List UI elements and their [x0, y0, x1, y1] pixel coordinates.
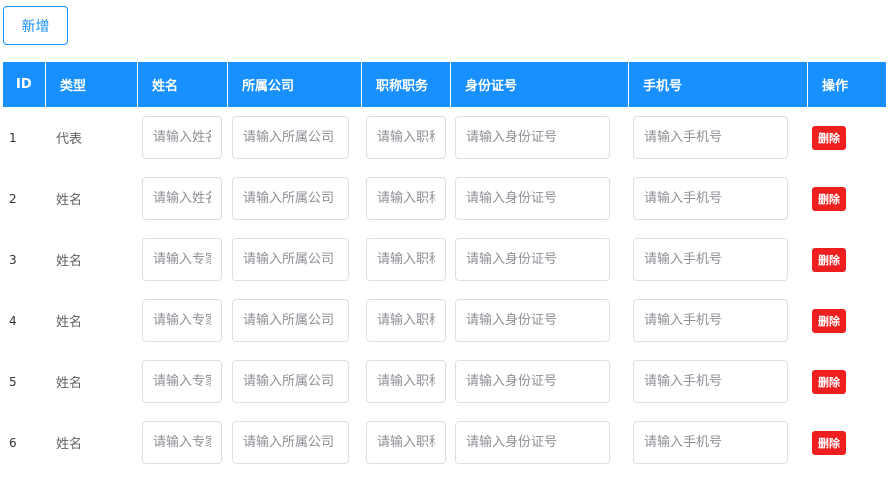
row-type: 姓名 [56, 193, 83, 208]
company-cell [228, 290, 362, 351]
delete-button[interactable]: 删除 [812, 186, 846, 211]
name-input[interactable] [142, 116, 222, 159]
header-name: 姓名 [138, 62, 228, 107]
row-type: 姓名 [56, 376, 83, 391]
row-id: 4 [9, 313, 17, 328]
title-cell [362, 290, 451, 351]
row-type: 代表 [56, 132, 83, 147]
idcard-input[interactable] [455, 299, 610, 342]
company-cell [228, 168, 362, 229]
name-input[interactable] [142, 299, 222, 342]
name-input[interactable] [142, 238, 222, 281]
delete-button[interactable]: 删除 [812, 308, 846, 333]
row-id: 3 [9, 252, 17, 267]
phone-cell [629, 229, 808, 290]
idcard-input[interactable] [455, 421, 610, 464]
company-cell [228, 107, 362, 168]
idcard-input[interactable] [455, 116, 610, 159]
delete-button[interactable]: 删除 [812, 369, 846, 394]
row-id: 1 [9, 130, 17, 145]
actions-cell: 删除 [808, 412, 887, 473]
idcard-cell [451, 412, 629, 473]
title-input[interactable] [366, 238, 446, 281]
name-input[interactable] [142, 177, 222, 220]
phone-input[interactable] [633, 116, 788, 159]
header-type: 类型 [46, 62, 138, 107]
title-input[interactable] [366, 360, 446, 403]
idcard-input[interactable] [455, 177, 610, 220]
phone-cell [629, 168, 808, 229]
phone-input[interactable] [633, 421, 788, 464]
actions-cell: 删除 [808, 290, 887, 351]
actions-cell: 删除 [808, 168, 887, 229]
name-cell [138, 168, 228, 229]
title-input[interactable] [366, 116, 446, 159]
name-cell [138, 351, 228, 412]
row-id: 2 [9, 191, 17, 206]
name-input[interactable] [142, 360, 222, 403]
title-cell [362, 351, 451, 412]
idcard-input[interactable] [455, 360, 610, 403]
name-input[interactable] [142, 421, 222, 464]
row-type: 姓名 [56, 254, 83, 269]
header-id: ID [3, 62, 46, 107]
header-actions: 操作 [808, 62, 887, 107]
title-input[interactable] [366, 177, 446, 220]
title-cell [362, 168, 451, 229]
phone-cell [629, 412, 808, 473]
name-cell [138, 290, 228, 351]
title-input[interactable] [366, 299, 446, 342]
add-button[interactable]: 新增 [3, 6, 68, 45]
title-input[interactable] [366, 421, 446, 464]
row-id: 6 [9, 435, 17, 450]
company-input[interactable] [232, 421, 349, 464]
title-cell [362, 107, 451, 168]
phone-input[interactable] [633, 177, 788, 220]
header-company: 所属公司 [228, 62, 362, 107]
header-phone: 手机号 [629, 62, 808, 107]
title-cell [362, 412, 451, 473]
phone-cell [629, 290, 808, 351]
phone-cell [629, 351, 808, 412]
phone-input[interactable] [633, 299, 788, 342]
name-cell [138, 107, 228, 168]
row-type: 姓名 [56, 315, 83, 330]
actions-cell: 删除 [808, 229, 887, 290]
phone-cell [629, 107, 808, 168]
company-cell [228, 412, 362, 473]
idcard-cell [451, 229, 629, 290]
company-cell [228, 351, 362, 412]
title-cell [362, 229, 451, 290]
delete-button[interactable]: 删除 [812, 247, 846, 272]
company-input[interactable] [232, 238, 349, 281]
company-input[interactable] [232, 116, 349, 159]
company-input[interactable] [232, 177, 349, 220]
row-id: 5 [9, 374, 17, 389]
idcard-cell [451, 290, 629, 351]
actions-cell: 删除 [808, 351, 887, 412]
company-input[interactable] [232, 299, 349, 342]
idcard-cell [451, 168, 629, 229]
idcard-cell [451, 107, 629, 168]
actions-cell: 删除 [808, 107, 887, 168]
name-cell [138, 229, 228, 290]
phone-input[interactable] [633, 360, 788, 403]
company-cell [228, 229, 362, 290]
delete-button[interactable]: 删除 [812, 430, 846, 455]
idcard-cell [451, 351, 629, 412]
row-type: 姓名 [56, 437, 83, 452]
data-table: ID 类型 姓名 所属公司 职称职务 身份证号 手机号 操作 1代表删除2姓名删… [3, 62, 887, 473]
delete-button[interactable]: 删除 [812, 125, 846, 150]
header-title: 职称职务 [362, 62, 451, 107]
company-input[interactable] [232, 360, 349, 403]
header-idcard: 身份证号 [451, 62, 629, 107]
phone-input[interactable] [633, 238, 788, 281]
name-cell [138, 412, 228, 473]
idcard-input[interactable] [455, 238, 610, 281]
